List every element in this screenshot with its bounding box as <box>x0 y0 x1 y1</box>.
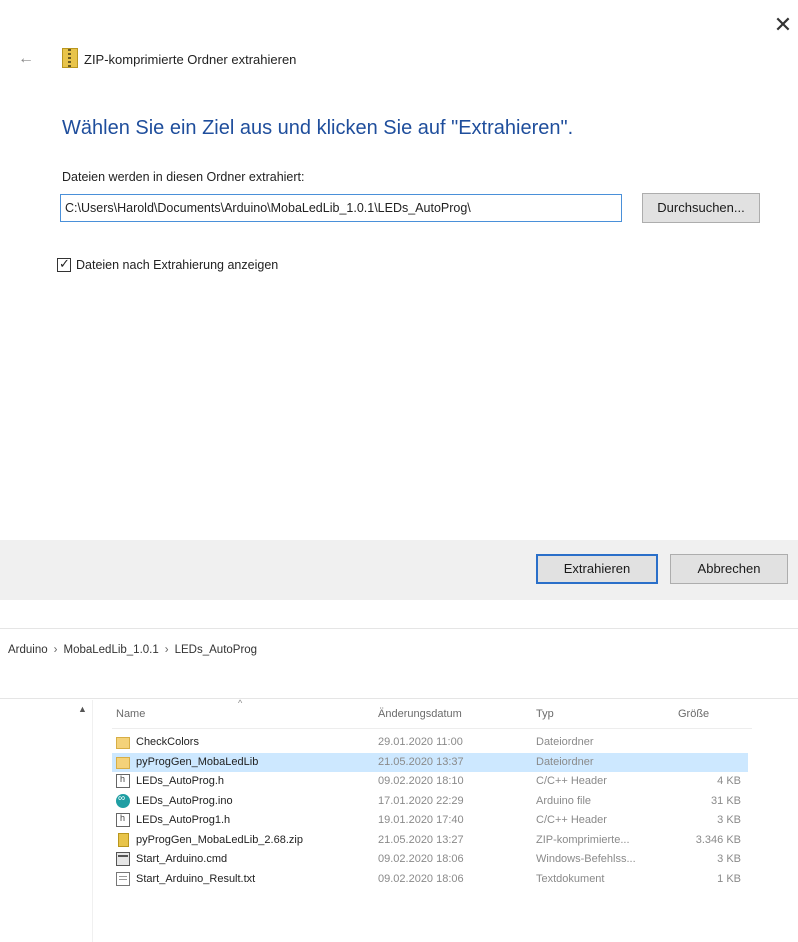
zip-file-icon <box>118 832 129 847</box>
file-type: C/C++ Header <box>536 814 607 826</box>
nav-pane-divider <box>92 700 93 942</box>
divider <box>0 628 798 629</box>
file-type: Windows-Befehlss... <box>536 853 636 865</box>
scroll-up-icon[interactable]: ▲ <box>78 704 87 714</box>
file-row[interactable]: CheckColors 29.01.2020 11:00 Dateiordner <box>112 733 748 752</box>
dialog-heading: Wählen Sie ein Ziel aus und klicken Sie … <box>62 117 574 139</box>
file-date: 09.02.2020 18:06 <box>378 853 464 865</box>
file-date: 21.05.2020 13:27 <box>378 833 464 846</box>
destination-label: Dateien werden in diesen Ordner extrahie… <box>62 170 305 184</box>
show-files-label[interactable]: Dateien nach Extrahierung anzeigen <box>76 258 278 272</box>
breadcrumb-separator-icon[interactable]: › <box>165 644 169 656</box>
file-name: LEDs_AutoProg1.h <box>136 814 231 826</box>
file-type: Textdokument <box>536 872 605 885</box>
file-name: CheckColors <box>136 736 199 748</box>
file-date: 09.02.2020 18:10 <box>378 775 464 787</box>
file-size: 4 KB <box>717 775 741 787</box>
file-type: Arduino file <box>536 794 592 807</box>
file-type: ZIP-komprimierte... <box>536 833 630 846</box>
file-row[interactable]: pyProgGen_MobaLedLib_2.68.zip 21.05.2020 … <box>112 831 748 850</box>
divider <box>0 698 798 699</box>
show-files-checkbox[interactable] <box>57 256 71 272</box>
file-date: 17.01.2020 22:29 <box>378 794 464 807</box>
file-type: C/C++ Header <box>536 775 607 787</box>
file-date: 21.05.2020 13:37 <box>378 755 464 768</box>
file-name: pyProgGen_MobaLedLib <box>136 755 259 768</box>
extract-button[interactable]: Extrahieren <box>536 554 658 584</box>
file-name: LEDs_AutoProg.ino <box>136 794 233 807</box>
file-row[interactable]: pyProgGen_MobaLedLib 21.05.2020 13:37 Date… <box>112 752 748 772</box>
breadcrumb: Arduino › MobaLedLib_1.0.1 › LEDs_AutoProg <box>8 644 257 656</box>
folder-icon <box>116 756 130 769</box>
file-row[interactable]: LEDs_AutoProg1.h 19.01.2020 17:40 C/C++ He… <box>112 811 748 830</box>
file-row[interactable]: Start_Arduino.cmd 09.02.2020 18:06 Windows… <box>112 850 748 869</box>
header-divider <box>112 728 752 729</box>
file-size: 3.346 KB <box>695 833 741 846</box>
arduino-file-icon <box>116 793 130 808</box>
file-name: LEDs_AutoProg.h <box>136 775 225 787</box>
file-type: Dateiordner <box>536 736 594 748</box>
close-icon[interactable]: ✕ <box>772 14 794 36</box>
file-size: 3 KB <box>717 853 741 865</box>
file-size: 3 KB <box>717 814 741 826</box>
file-date: 29.01.2020 11:00 <box>378 736 463 748</box>
header-file-icon <box>116 813 130 827</box>
column-header-name[interactable]: Name <box>116 708 145 720</box>
file-date: 19.01.2020 17:40 <box>378 814 464 826</box>
breadcrumb-item[interactable]: MobaLedLib_1.0.1 <box>63 644 158 656</box>
file-size: 1 KB <box>717 872 741 885</box>
column-header-type[interactable]: Typ <box>536 708 554 720</box>
folder-icon <box>116 737 130 749</box>
back-arrow-icon[interactable]: ← <box>18 50 34 68</box>
file-name: Start_Arduino_Result.txt <box>136 872 256 885</box>
destination-path-input[interactable] <box>60 194 622 222</box>
breadcrumb-separator-icon[interactable]: › <box>54 644 58 656</box>
column-header-date[interactable]: Änderungsdatum <box>378 708 462 720</box>
dialog-title: ZIP-komprimierte Ordner extrahieren <box>84 52 297 67</box>
file-name: pyProgGen_MobaLedLib_2.68.zip <box>136 833 303 846</box>
sort-ascending-icon: ^ <box>238 698 243 708</box>
file-row[interactable]: LEDs_AutoProg.ino 17.01.2020 22:29 Arduino… <box>112 792 748 811</box>
cancel-button[interactable]: Abbrechen <box>670 554 788 584</box>
breadcrumb-item[interactable]: Arduino <box>8 644 48 656</box>
header-file-icon <box>116 774 130 788</box>
zip-folder-icon <box>62 48 78 68</box>
file-date: 09.02.2020 18:06 <box>378 872 464 885</box>
text-file-icon <box>116 871 130 886</box>
file-name: Start_Arduino.cmd <box>136 853 228 865</box>
file-size: 31 KB <box>711 794 741 807</box>
column-header-size[interactable]: Größe <box>678 708 709 720</box>
file-type: Dateiordner <box>536 755 594 768</box>
file-row[interactable]: LEDs_AutoProg.h 09.02.2020 18:10 C/C++ Hea… <box>112 772 748 791</box>
cmd-file-icon <box>116 852 130 866</box>
breadcrumb-item[interactable]: LEDs_AutoProg <box>175 644 257 656</box>
file-row[interactable]: Start_Arduino_Result.txt 09.02.2020 18:06… <box>112 870 748 889</box>
browse-button[interactable]: Durchsuchen... <box>642 193 760 223</box>
